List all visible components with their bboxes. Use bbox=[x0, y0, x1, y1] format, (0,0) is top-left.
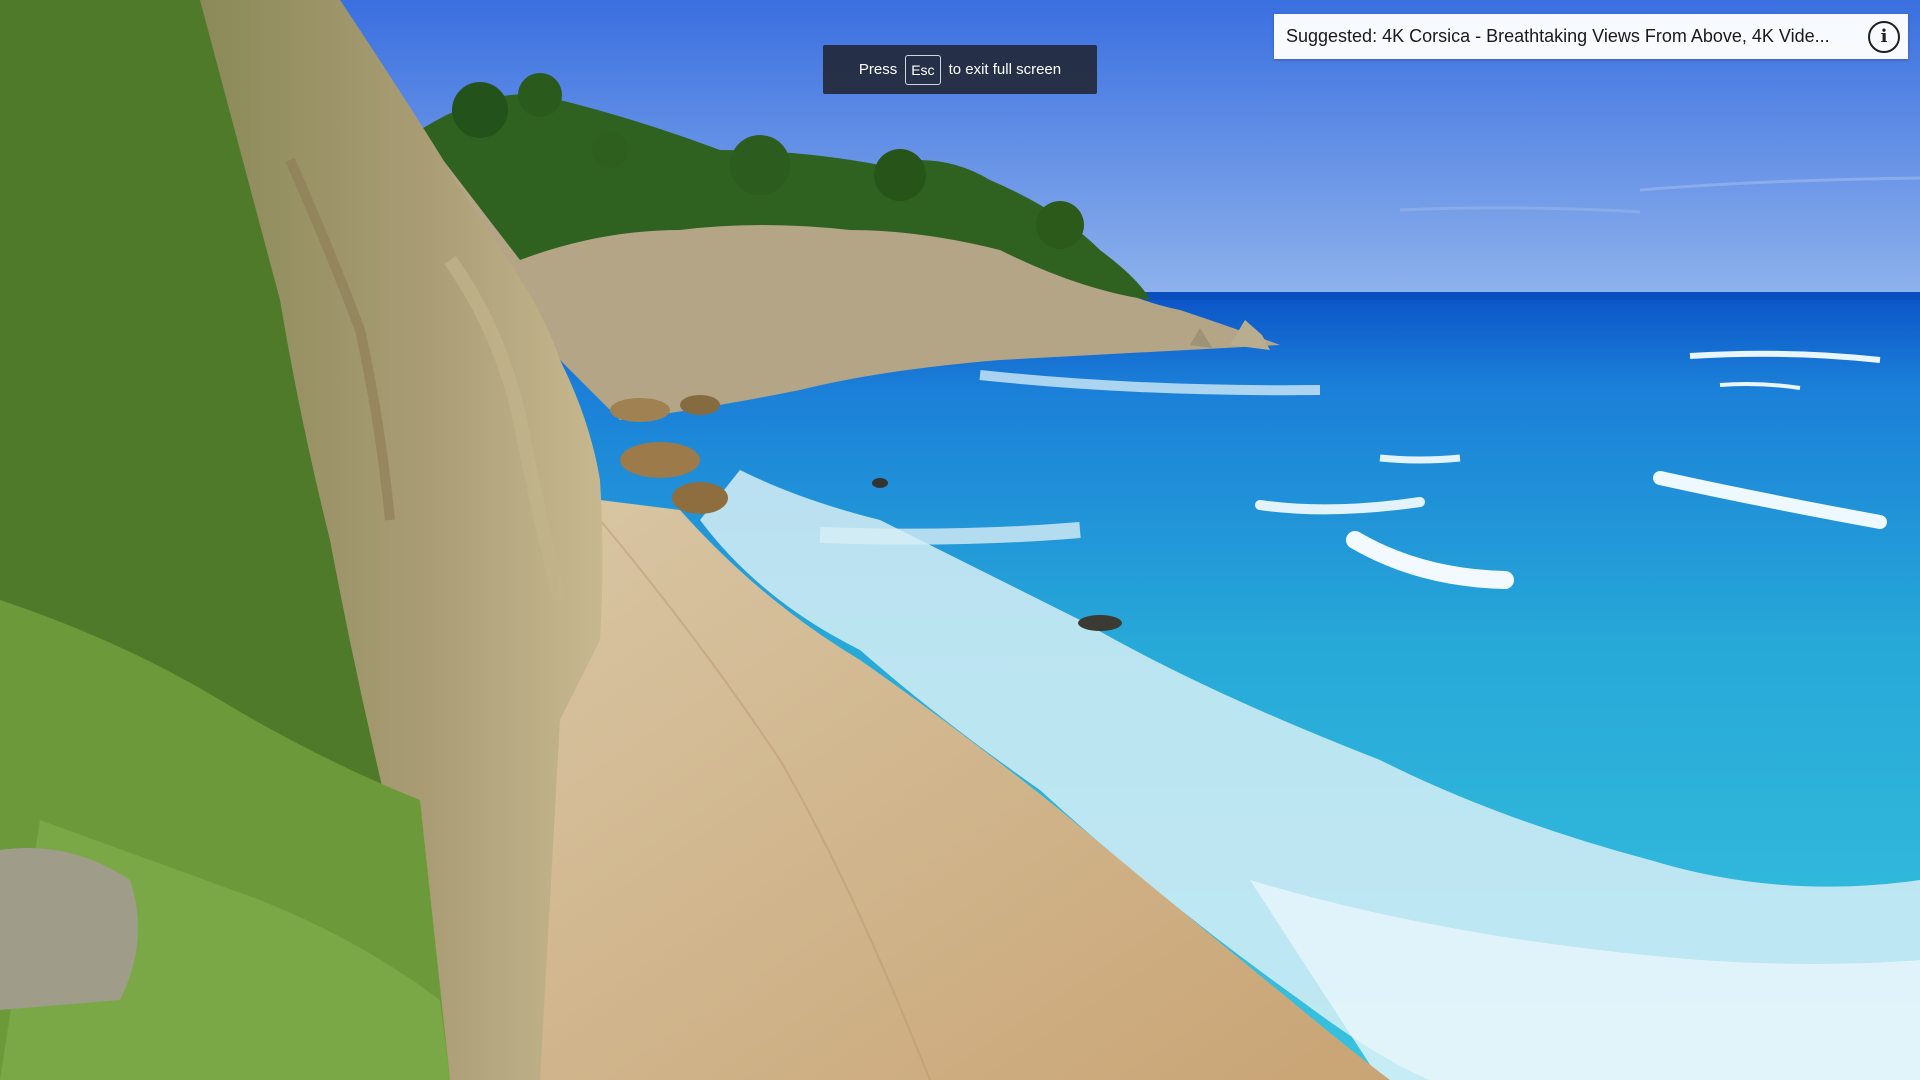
suggested-video-bar[interactable]: Suggested: 4K Corsica - Breathtaking Vie… bbox=[1274, 14, 1908, 59]
suggested-video-title[interactable]: Suggested: 4K Corsica - Breathtaking Vie… bbox=[1274, 26, 1858, 47]
beach-scene-image bbox=[0, 0, 1920, 1080]
fullscreen-exit-hint: Press Esc to exit full screen bbox=[823, 45, 1097, 94]
info-icon[interactable]: i bbox=[1868, 20, 1900, 53]
exit-fullscreen-label: to exit full screen bbox=[948, 61, 1062, 78]
press-label: Press bbox=[858, 61, 898, 78]
esc-key: Esc bbox=[905, 54, 941, 85]
video-frame[interactable] bbox=[0, 0, 1920, 1080]
